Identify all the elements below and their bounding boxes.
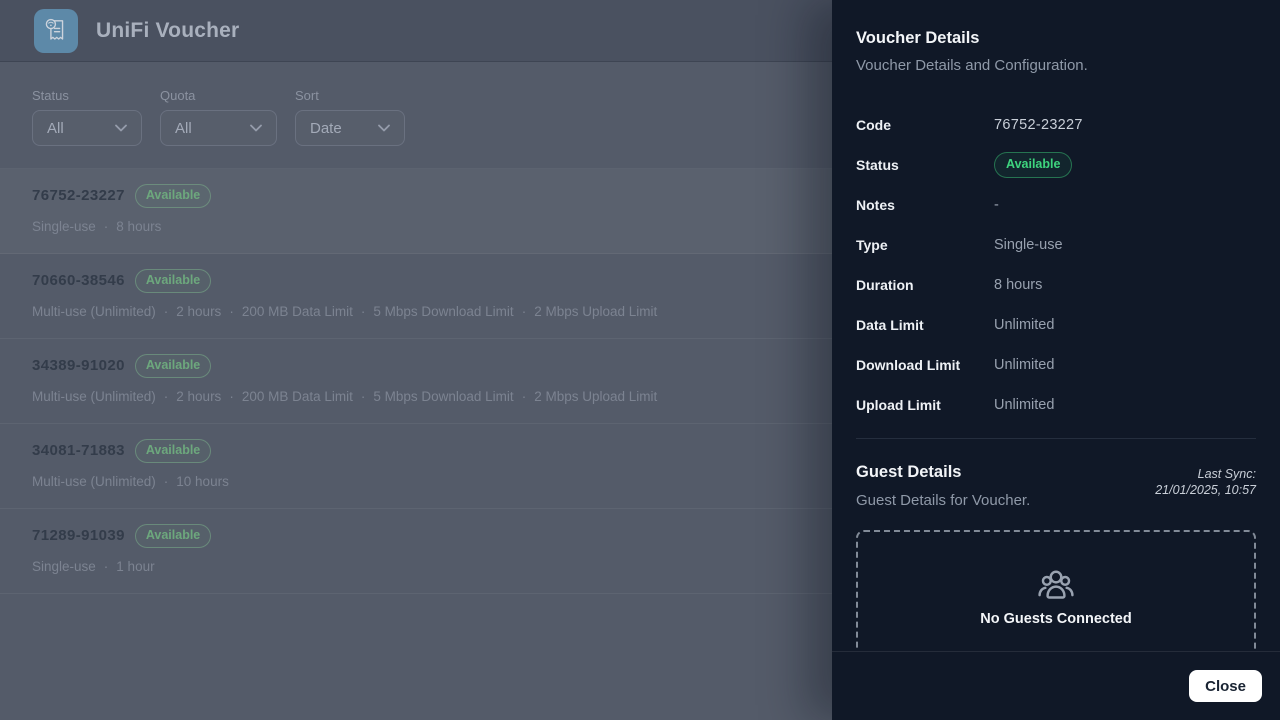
page-title: UniFi Voucher — [96, 19, 239, 43]
voucher-list-item[interactable]: 76752-23227 Available Single-use·8 hours — [0, 169, 832, 254]
detail-field-label: Download Limit — [856, 357, 994, 373]
quota-filter-select[interactable]: All — [160, 110, 277, 146]
detail-field-row: Notes - — [856, 185, 1256, 225]
status-filter-value: All — [47, 120, 64, 137]
guests-group-icon — [1035, 568, 1077, 602]
voucher-code: 76752-23227 — [32, 187, 125, 204]
guest-section-header: Guest Details Guest Details for Voucher.… — [856, 463, 1256, 509]
voucher-details-drawer: Voucher Details Voucher Details and Conf… — [832, 0, 1280, 720]
detail-field-row: Code 76752-23227 — [856, 105, 1256, 145]
last-sync-label: Last Sync: — [1155, 466, 1256, 482]
chevron-down-icon — [115, 124, 127, 132]
filter-status: Status All — [32, 88, 142, 146]
voucher-code: 70660-38546 — [32, 272, 125, 289]
detail-field-label: Data Limit — [856, 317, 994, 333]
app-logo — [34, 9, 78, 53]
voucher-list-item[interactable]: 70660-38546 Available Multi-use (Unlimit… — [0, 254, 832, 339]
detail-field-row: Duration 8 hours — [856, 265, 1256, 305]
voucher-status-badge: Available — [135, 184, 211, 208]
detail-field-value: Single-use — [994, 237, 1063, 253]
guest-section-title: Guest Details — [856, 463, 1030, 482]
voucher-meta: Multi-use (Unlimited)·10 hours — [32, 474, 800, 489]
detail-field-label: Status — [856, 157, 994, 173]
detail-field-value: Unlimited — [994, 317, 1054, 333]
status-filter-select[interactable]: All — [32, 110, 142, 146]
detail-field-label: Notes — [856, 197, 994, 213]
last-sync: Last Sync: 21/01/2025, 10:57 — [1155, 463, 1256, 498]
drawer-title: Voucher Details — [856, 29, 1256, 48]
detail-field-value: Unlimited — [994, 397, 1054, 413]
voucher-list: 76752-23227 Available Single-use·8 hours… — [0, 168, 832, 594]
voucher-status-badge: Available — [135, 354, 211, 378]
detail-field-value: Unlimited — [994, 357, 1054, 373]
last-sync-value: 21/01/2025, 10:57 — [1155, 482, 1256, 498]
detail-field-label: Upload Limit — [856, 397, 994, 413]
voucher-fields: Code 76752-23227 Status Available Notes … — [856, 105, 1256, 425]
voucher-code: 71289-91039 — [32, 527, 125, 544]
detail-field-label: Type — [856, 237, 994, 253]
voucher-list-item[interactable]: 34081-71883 Available Multi-use (Unlimit… — [0, 424, 832, 509]
filter-quota: Quota All — [160, 88, 277, 146]
quota-filter-value: All — [175, 120, 192, 137]
detail-field-row: Status Available — [856, 145, 1256, 185]
status-available-badge: Available — [994, 152, 1072, 178]
voucher-status-badge: Available — [135, 269, 211, 293]
voucher-status-badge: Available — [135, 439, 211, 463]
voucher-meta: Single-use·1 hour — [32, 559, 800, 574]
detail-field-row: Download Limit Unlimited — [856, 345, 1256, 385]
detail-field-value: 8 hours — [994, 277, 1042, 293]
detail-field-row: Data Limit Unlimited — [856, 305, 1256, 345]
detail-field-value: 76752-23227 — [994, 117, 1083, 133]
detail-field-value: - — [994, 197, 999, 213]
detail-field-row: Upload Limit Unlimited — [856, 385, 1256, 425]
drawer-footer: Close — [832, 651, 1280, 720]
status-filter-label: Status — [32, 88, 142, 103]
voucher-list-item[interactable]: 34389-91020 Available Multi-use (Unlimit… — [0, 339, 832, 424]
detail-field-row: Type Single-use — [856, 225, 1256, 265]
filter-sort: Sort Date — [295, 88, 405, 146]
detail-field-label: Code — [856, 117, 994, 133]
guest-section-subtitle: Guest Details for Voucher. — [856, 492, 1030, 509]
voucher-receipt-wifi-icon — [40, 14, 72, 48]
no-guests-message: No Guests Connected — [980, 611, 1131, 627]
voucher-code: 34081-71883 — [32, 442, 125, 459]
sort-filter-label: Sort — [295, 88, 405, 103]
sort-filter-select[interactable]: Date — [295, 110, 405, 146]
voucher-meta: Multi-use (Unlimited)·2 hours·200 MB Dat… — [32, 389, 800, 404]
drawer-subtitle: Voucher Details and Configuration. — [856, 57, 1256, 74]
chevron-down-icon — [250, 124, 262, 132]
chevron-down-icon — [378, 124, 390, 132]
sort-filter-value: Date — [310, 120, 342, 137]
voucher-code: 34389-91020 — [32, 357, 125, 374]
guests-empty-state: No Guests Connected — [856, 530, 1256, 651]
filter-bar: Status All Quota All Sort Date — [0, 62, 832, 146]
detail-field-label: Duration — [856, 277, 994, 293]
voucher-meta: Multi-use (Unlimited)·2 hours·200 MB Dat… — [32, 304, 800, 319]
voucher-list-item[interactable]: 71289-91039 Available Single-use·1 hour — [0, 509, 832, 594]
quota-filter-label: Quota — [160, 88, 277, 103]
drawer-body: Voucher Details Voucher Details and Conf… — [832, 0, 1280, 651]
close-button[interactable]: Close — [1189, 670, 1262, 702]
section-divider — [856, 438, 1256, 439]
voucher-status-badge: Available — [135, 524, 211, 548]
voucher-meta: Single-use·8 hours — [32, 219, 800, 234]
